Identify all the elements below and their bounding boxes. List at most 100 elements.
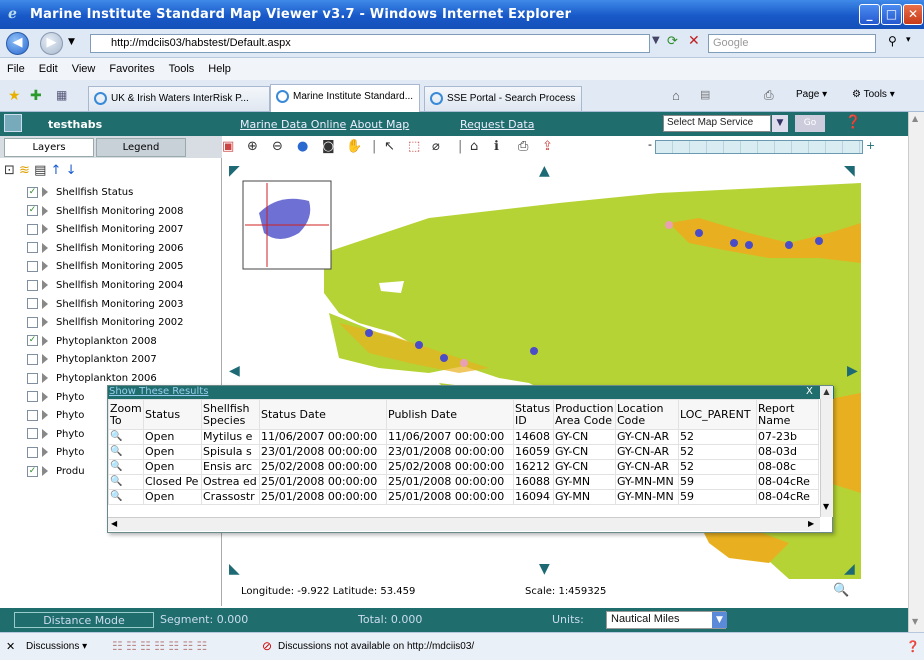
export-icon[interactable]: ⇪ xyxy=(542,139,553,154)
maximize-button[interactable]: □ xyxy=(881,4,902,25)
menu-tools[interactable]: Tools xyxy=(169,63,195,75)
layer-item[interactable]: ✓ Shellfish Monitoring 2008 xyxy=(27,203,184,221)
page-menu[interactable]: Page ▾ xyxy=(796,89,827,100)
column-header[interactable]: Zoom To xyxy=(108,399,144,430)
units-dropdown-icon[interactable]: ▼ xyxy=(712,612,727,628)
zoom-to-icon[interactable]: 🔍 xyxy=(108,429,144,445)
tab-layers[interactable]: Layers xyxy=(4,138,94,157)
map-service-select[interactable]: Select Map Service xyxy=(663,115,771,132)
globe-icon[interactable]: ● xyxy=(297,139,308,154)
pan-hand-icon[interactable]: ✋ xyxy=(346,139,362,154)
layer-checkbox[interactable] xyxy=(27,353,38,365)
layer-item[interactable]: ✓ Produ xyxy=(27,463,85,481)
layer-checkbox[interactable]: ✓ xyxy=(27,186,38,198)
select-features-icon[interactable]: ⬚ xyxy=(408,139,420,154)
layer-expand-icon[interactable] xyxy=(42,298,53,309)
layer-checkbox[interactable] xyxy=(27,446,38,458)
column-header[interactable]: Report Name xyxy=(756,399,819,430)
menu-file[interactable]: File xyxy=(7,63,25,75)
zoom-to-icon[interactable]: 🔍 xyxy=(108,459,144,475)
layer-checkbox[interactable]: ✓ xyxy=(27,465,38,477)
move-up-icon[interactable]: ↑ xyxy=(51,163,62,178)
tools-menu[interactable]: ⚙ Tools ▾ xyxy=(852,89,895,100)
layer-checkbox[interactable] xyxy=(27,409,38,421)
layer-expand-icon[interactable] xyxy=(42,466,53,476)
layer-expand-icon[interactable] xyxy=(42,373,53,383)
feeds-icon[interactable]: ▤ xyxy=(700,88,710,101)
pan-north-icon[interactable]: ▲ xyxy=(539,163,550,179)
layer-expand-icon[interactable] xyxy=(42,280,53,290)
link-request-data[interactable]: Request Data xyxy=(460,118,534,131)
layer-checkbox[interactable]: ✓ xyxy=(27,335,38,347)
show-results-link[interactable]: Show These Results xyxy=(109,386,208,398)
zoom-to-icon[interactable]: 🔍 xyxy=(108,474,144,490)
layer-checkbox[interactable] xyxy=(27,260,38,272)
pan-southwest-icon[interactable]: ◣ xyxy=(229,561,240,577)
layer-item[interactable]: Shellfish Monitoring 2004 xyxy=(27,277,184,295)
layer-checkbox[interactable] xyxy=(27,372,38,384)
layer-checkbox[interactable] xyxy=(27,391,38,403)
layer-checkbox[interactable]: ✓ xyxy=(27,205,38,217)
tab-legend[interactable]: Legend xyxy=(96,138,186,157)
column-header[interactable]: Location Code xyxy=(615,399,679,430)
table-row[interactable]: 🔍 Open Ensis arc 25/02/2008 00:00:00 25/02/2… xyxy=(108,459,819,475)
search-input[interactable]: Google xyxy=(708,34,876,53)
layer-item[interactable]: ✓ Shellfish Status xyxy=(27,184,133,202)
layer-item[interactable]: Phyto xyxy=(27,426,84,444)
table-row[interactable]: 🔍 Open Mytilus e 11/06/2007 00:00:00 11/06/2… xyxy=(108,429,819,445)
column-header[interactable]: Shellfish Species xyxy=(201,399,260,430)
layer-checkbox[interactable] xyxy=(27,428,38,440)
layer-item[interactable]: Phyto xyxy=(27,407,84,425)
zoom-minus[interactable]: - xyxy=(648,138,652,151)
page-scrollbar[interactable]: ▲ ▼ xyxy=(908,112,924,632)
results-vertical-scrollbar[interactable]: ▼ xyxy=(820,399,833,517)
tab-sse-portal[interactable]: SSE Portal - Search Process xyxy=(424,86,582,111)
close-discussions-icon[interactable]: ✕ xyxy=(6,640,15,653)
address-input[interactable]: http://mdciis03/habstest/Default.aspx xyxy=(90,34,650,53)
menu-help[interactable]: Help xyxy=(208,63,231,75)
layer-checkbox[interactable] xyxy=(27,316,38,328)
layer-expand-icon[interactable] xyxy=(42,317,53,328)
layer-item[interactable]: Phyto xyxy=(27,444,84,462)
column-header[interactable]: LOC_PARENT xyxy=(678,399,757,430)
results-horizontal-scrollbar[interactable]: ◀ ▶ xyxy=(108,517,820,531)
go-button[interactable]: Go xyxy=(795,115,825,132)
table-row[interactable]: 🔍 Open Crassostr 25/01/2008 00:00:00 25/01/2… xyxy=(108,489,819,505)
zoom-box-icon[interactable]: ◙ xyxy=(322,139,335,154)
scroll-left-icon[interactable]: ◀ xyxy=(111,519,117,528)
layer-checkbox[interactable] xyxy=(27,298,38,310)
layer-expand-icon[interactable] xyxy=(42,335,53,346)
layer-expand-icon[interactable] xyxy=(42,354,53,365)
column-header[interactable]: Status Date xyxy=(259,399,387,430)
layer-item[interactable]: Shellfish Monitoring 2007 xyxy=(27,221,184,239)
layer-item[interactable]: Shellfish Monitoring 2003 xyxy=(27,296,184,314)
scroll-up-icon[interactable]: ▲ xyxy=(820,386,833,399)
layer-expand-icon[interactable] xyxy=(42,224,53,235)
column-header[interactable]: Publish Date xyxy=(386,399,514,430)
menu-edit[interactable]: Edit xyxy=(39,63,58,75)
expand-icon[interactable]: ⊡ xyxy=(4,163,15,178)
document-icon[interactable]: ▤ xyxy=(34,163,46,178)
magnify-icon[interactable]: 🔍 xyxy=(833,583,849,598)
identify-info-icon[interactable]: ℹ xyxy=(494,139,499,154)
refresh-icon[interactable]: ⟳ xyxy=(667,34,678,49)
column-header[interactable]: Status ID xyxy=(513,399,554,430)
scroll-down-icon[interactable]: ▼ xyxy=(823,502,829,511)
select-arrow-icon[interactable]: ↖ xyxy=(384,139,395,154)
quick-tabs-icon[interactable]: ▦ xyxy=(56,88,67,102)
help-icon[interactable]: ❓ xyxy=(906,640,920,653)
zoom-to-icon[interactable]: 🔍 xyxy=(108,489,144,505)
close-results-button[interactable]: X xyxy=(806,386,813,398)
minimize-button[interactable]: _ xyxy=(859,4,880,25)
layer-expand-icon[interactable] xyxy=(42,261,53,272)
discussions-menu[interactable]: Discussions ▾ xyxy=(26,641,87,652)
print-icon[interactable]: ⎙ xyxy=(764,88,774,103)
print-map-icon[interactable]: ⎙ xyxy=(518,139,528,154)
zoom-level-bar[interactable] xyxy=(655,140,863,154)
menu-favorites[interactable]: Favorites xyxy=(109,63,154,75)
move-down-icon[interactable]: ↓ xyxy=(66,163,77,178)
pan-southeast-icon[interactable]: ◢ xyxy=(844,561,855,577)
add-favorite-icon[interactable]: ✚ xyxy=(30,87,42,104)
pan-northeast-icon[interactable]: ◥ xyxy=(844,163,855,179)
layers-icon[interactable]: ≋ xyxy=(19,163,30,178)
